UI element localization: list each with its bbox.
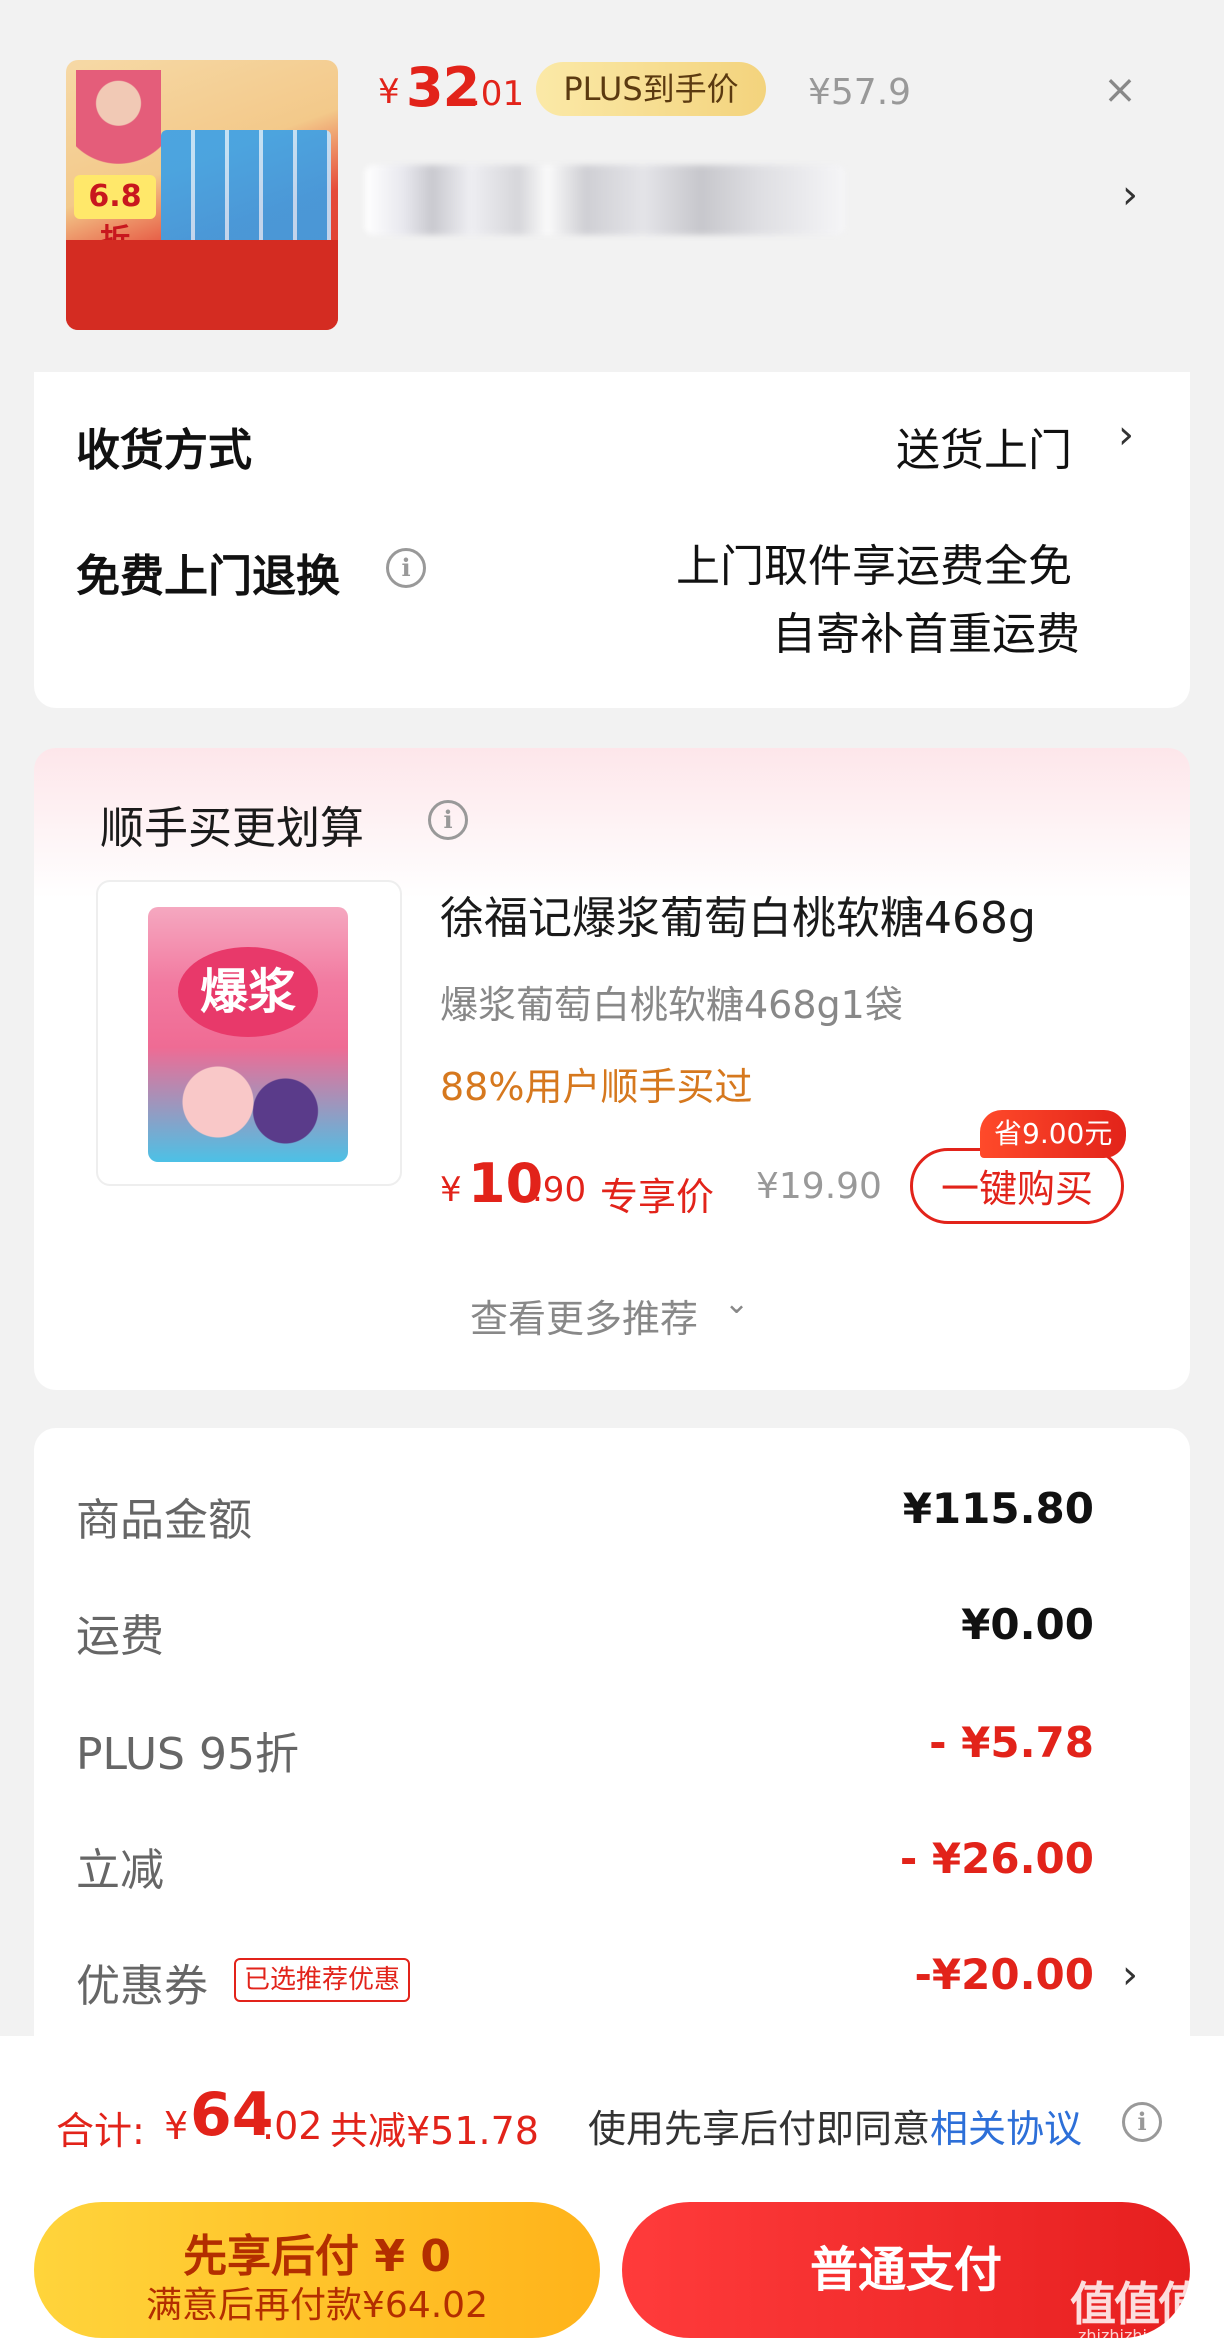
one-click-buy-button[interactable]: 一键购买 <box>910 1148 1124 1224</box>
plus-discount-label: PLUS 95折 <box>76 1729 299 1780</box>
fruit-image <box>173 1057 323 1147</box>
info-icon[interactable]: i <box>1122 2102 1162 2142</box>
candy-bag-image: 爆浆 <box>148 907 348 1162</box>
coupon-label: 优惠券 <box>76 1961 208 2012</box>
info-icon[interactable]: i <box>386 548 426 588</box>
plus-price-badge: PLUS到手价 <box>536 62 766 116</box>
price-decimal: .01 <box>470 74 525 114</box>
exclusive-price-label: 专享价 <box>600 1175 715 1219</box>
more-recommendations-link[interactable]: 查看更多推荐 <box>470 1288 698 1343</box>
recommend-product-name[interactable]: 徐福记爆浆葡萄白桃软糖468g <box>440 882 1036 946</box>
agreement-prefix: 使用先享后付即同意 <box>588 2107 931 2151</box>
subtotal-label: 商品金额 <box>76 1495 252 1546</box>
chevron-right-icon[interactable]: › <box>1122 172 1138 218</box>
discount-badge: 6.8折 <box>74 175 156 258</box>
total-integer: 64 <box>190 2080 274 2150</box>
total-decimal: .02 <box>262 2104 323 2148</box>
total-saved: 共减¥51.78 <box>330 2109 539 2153</box>
delivery-method-label: 收货方式 <box>76 425 252 476</box>
pay-later-subtitle: 满意后再付款¥64.02 <box>146 2285 488 2326</box>
watermark-logo: 值值值 <box>1070 2277 1204 2331</box>
model-image <box>76 70 161 165</box>
info-icon[interactable]: i <box>428 800 468 840</box>
plus-discount-value: - ¥5.78 <box>929 1718 1094 1767</box>
recommend-price-decimal: .90 <box>532 1170 587 1210</box>
instant-discount-value: - ¥26.00 <box>899 1834 1094 1883</box>
free-return-label: 免费上门退换 <box>76 551 340 602</box>
pay-later-title: 先享后付 ¥ 0 <box>183 2231 451 2282</box>
close-icon[interactable]: × <box>1100 70 1140 110</box>
pay-later-button[interactable]: 先享后付 ¥ 0 满意后再付款¥64.02 <box>34 2202 600 2338</box>
recommend-original-price: ¥19.90 <box>756 1166 882 1207</box>
recommend-thumbnail[interactable]: 爆浆 <box>96 880 402 1186</box>
price-currency: ¥ <box>378 72 400 112</box>
product-thumbnail[interactable]: 6.8折 <box>66 60 338 330</box>
coupon-value[interactable]: -¥20.00 <box>914 1950 1094 1999</box>
return-policy-line2: 自寄补首重运费 <box>772 609 1080 660</box>
recommend-product-spec: 爆浆葡萄白桃软糖468g1袋 <box>440 983 903 1027</box>
agreement-link[interactable]: 相关协议 <box>930 2107 1082 2151</box>
total-currency: ¥ <box>164 2104 189 2148</box>
candy-bag-label: 爆浆 <box>178 947 318 1037</box>
chevron-right-icon[interactable]: › <box>1118 412 1134 458</box>
total-label: 合计: <box>56 2109 145 2153</box>
promo-band <box>66 240 338 330</box>
original-price: ¥57.9 <box>808 72 912 113</box>
agreement-text: 使用先享后付即同意相关协议 <box>588 2098 1082 2153</box>
subtotal-value: ¥115.80 <box>902 1484 1094 1533</box>
shipping-label: 运费 <box>76 1611 164 1662</box>
return-policy-line1: 上门取件享运费全免 <box>676 541 1072 592</box>
chevron-down-icon[interactable]: ⌄ <box>724 1286 749 1321</box>
coupon-selected-tag: 已选推荐优惠 <box>234 1958 411 2002</box>
save-amount-tag: 省9.00元 <box>980 1110 1127 1158</box>
delivery-method-value[interactable]: 送货上门 <box>896 414 1072 478</box>
recommend-title: 顺手买更划算 <box>100 803 364 854</box>
blurred-product-name <box>365 165 845 235</box>
price-integer: 32 <box>406 56 480 119</box>
shipping-value: ¥0.00 <box>961 1600 1094 1649</box>
instant-discount-label: 立减 <box>76 1845 164 1896</box>
recommend-social-proof: 88%用户顺手买过 <box>440 1065 753 1109</box>
recommend-price-currency: ¥ <box>440 1170 462 1210</box>
watermark-url: zhizhizhi.com <box>1078 2326 1187 2345</box>
chevron-right-icon[interactable]: › <box>1122 1952 1138 1998</box>
